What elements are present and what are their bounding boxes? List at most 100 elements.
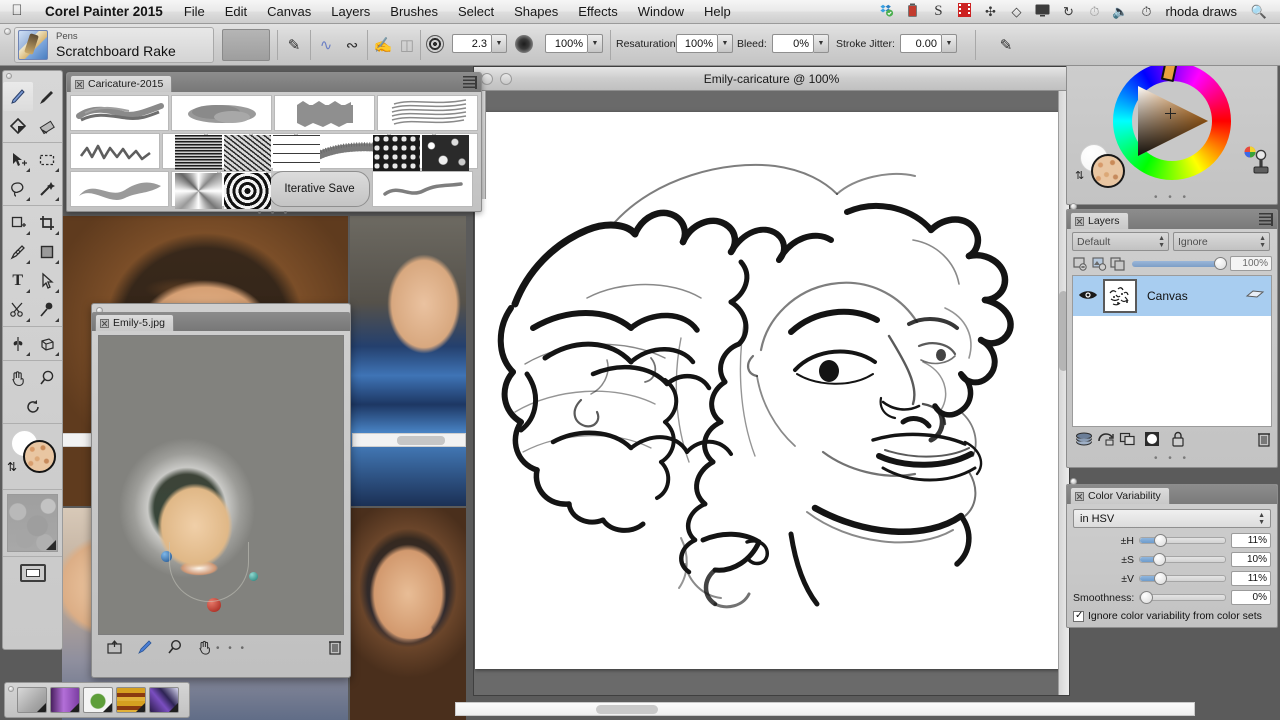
display-icon[interactable] (1029, 4, 1055, 20)
brush-swatch-smooth-taper[interactable] (70, 171, 169, 207)
layers-panel-grip[interactable] (1070, 203, 1077, 210)
brush-opacity-field[interactable]: 100% (545, 34, 588, 53)
saturation-value-triangle[interactable] (1130, 82, 1212, 160)
layer-visibility-eye-icon[interactable] (1073, 289, 1103, 304)
lock-icon[interactable] (1165, 431, 1191, 450)
convert-point-tool[interactable] (33, 295, 63, 324)
tab-caricature-2015[interactable]: Caricature-2015 (70, 75, 173, 92)
app-name-menu[interactable]: Corel Painter 2015 (34, 4, 174, 19)
brush-panel-dots[interactable]: • • • (70, 208, 478, 219)
variability-h-knob[interactable] (1154, 534, 1168, 547)
new-layer-mask-icon[interactable] (1139, 431, 1165, 450)
eraser-shape-icon[interactable]: ◫ (394, 32, 420, 58)
stroke-jitter-stepper[interactable]: ▼ (942, 34, 957, 53)
brush-swatch-thin-wave[interactable] (372, 171, 473, 207)
blend-mode-select[interactable]: Default ▲ ▼ (1072, 232, 1169, 251)
eraser-tool[interactable] (33, 111, 63, 140)
timemachine-icon[interactable]: ⏱ (1081, 4, 1107, 20)
preserve-transparency-icon[interactable] (1072, 256, 1089, 271)
menu-item-brushes[interactable]: Brushes (380, 4, 448, 19)
pick-up-underlying-color-icon[interactable] (1091, 256, 1108, 271)
layer-adjuster-tool[interactable] (3, 145, 33, 174)
variability-smoothness-value[interactable]: 0% (1231, 590, 1271, 605)
layer-opacity-knob[interactable] (1214, 256, 1227, 270)
color-model-select[interactable]: in HSV ▲ ▼ (1073, 509, 1271, 528)
magic-wand-tool[interactable] (33, 174, 63, 203)
look-selector[interactable] (149, 687, 179, 713)
menu-item-select[interactable]: Select (448, 4, 504, 19)
pen-tool[interactable] (3, 237, 33, 266)
variability-h-track[interactable] (1139, 534, 1226, 547)
swap-colors-icon[interactable]: ⇅ (1075, 169, 1084, 182)
stroke-jitter-field[interactable]: 0.00 (900, 34, 942, 53)
panel-menu-icon[interactable] (463, 76, 477, 89)
brush-swatch-dotted-lines[interactable] (251, 133, 295, 169)
menu-item-help[interactable]: Help (694, 4, 741, 19)
brush-selector[interactable]: Pens Scratchboard Rake (14, 27, 214, 63)
brush-size-field[interactable]: 2.3 (452, 34, 492, 53)
straight-line-stroke-icon[interactable]: ∾ (339, 32, 365, 58)
canvas-paper[interactable] (475, 112, 1064, 669)
variability-v-knob[interactable] (1154, 572, 1168, 585)
variability-smoothness-track[interactable] (1139, 591, 1226, 604)
dynamic-plugins-icon[interactable] (1095, 432, 1117, 449)
variability-v-track[interactable] (1139, 572, 1226, 585)
toolbox-grip[interactable] (6, 73, 12, 79)
canvas-area[interactable] (474, 91, 1069, 695)
brush-opacity-stepper[interactable]: ▼ (588, 34, 603, 53)
propbar-grip[interactable] (4, 28, 11, 35)
menu-item-layers[interactable]: Layers (321, 4, 380, 19)
dropbox-icon[interactable] (873, 3, 899, 20)
primary-color-swatch[interactable] (23, 440, 56, 473)
set-clone-source-icon[interactable] (100, 639, 130, 658)
screen-mode-icon[interactable] (19, 564, 46, 582)
brush-slot-well[interactable] (222, 29, 270, 61)
crop-tool[interactable] (3, 208, 33, 237)
transform-tool[interactable] (33, 208, 63, 237)
reference-window-dots[interactable]: • • • (216, 643, 247, 654)
layer-opacity-slider[interactable] (1132, 256, 1227, 270)
menu-item-edit[interactable]: Edit (215, 4, 257, 19)
clock-icon[interactable]: ⏱ (1133, 4, 1159, 20)
brush-swatch-halftone-dots[interactable] (390, 133, 434, 169)
brush-swatch-radial-burst[interactable] (171, 171, 218, 207)
document-title-bar[interactable]: Emily-caricature @ 100% (474, 67, 1069, 91)
panel-menu-icon[interactable] (1259, 213, 1273, 226)
layer-commands-icon[interactable] (1073, 432, 1095, 449)
brush-tip-icon[interactable]: ✎ (281, 32, 307, 58)
variability-s-knob[interactable] (1152, 553, 1166, 566)
variability-s-value[interactable]: 10% (1231, 552, 1271, 567)
sync-icon[interactable]: ↻ (1055, 4, 1081, 20)
shape-selection-tool[interactable] (33, 266, 63, 295)
search-icon[interactable]: 🔍 (1246, 4, 1272, 20)
paint-bucket-tool[interactable] (3, 111, 33, 140)
grabber-tool[interactable] (3, 363, 33, 392)
tab-emily-5-jpg[interactable]: Emily-5.jpg (95, 314, 174, 331)
resaturation-field[interactable]: 100% (676, 34, 718, 53)
brush-swatch-fine-rake[interactable] (377, 95, 478, 131)
variability-smoothness-knob[interactable] (1140, 591, 1153, 604)
color-crosshair[interactable] (1165, 108, 1176, 119)
freehand-stroke-icon[interactable]: ∿ (313, 32, 339, 58)
menu-item-shapes[interactable]: Shapes (504, 4, 568, 19)
screenflow-icon[interactable] (951, 3, 977, 20)
brush-swatch-spiral[interactable] (220, 171, 267, 207)
magnifier-tool[interactable] (33, 363, 63, 392)
trash-icon[interactable] (1257, 431, 1271, 450)
canvas-horizontal-scrollbar[interactable] (455, 702, 1195, 716)
paper-texture-swatch[interactable] (7, 494, 58, 552)
color-variability-grip[interactable] (1070, 478, 1077, 485)
canvas-hscroll-thumb[interactable] (596, 705, 658, 714)
brush-size-stepper[interactable]: ▼ (492, 34, 507, 53)
lasso-tool[interactable] (3, 174, 33, 203)
paper-selector[interactable] (17, 687, 47, 713)
tab-layers[interactable]: Layers (1070, 212, 1129, 229)
layer-row-canvas[interactable]: Canvas (1073, 276, 1271, 316)
brush-swatch-hatch-texture[interactable] (162, 133, 205, 169)
ignore-variability-checkbox[interactable] (1073, 610, 1084, 622)
mask-mode-select[interactable]: Ignore ▲ ▼ (1173, 232, 1270, 251)
bleed-stepper[interactable]: ▼ (814, 34, 829, 53)
tab-color-variability[interactable]: Color Variability (1070, 487, 1170, 504)
brush-swatch-scribble[interactable] (70, 133, 161, 169)
gradient-selector[interactable] (50, 687, 80, 713)
